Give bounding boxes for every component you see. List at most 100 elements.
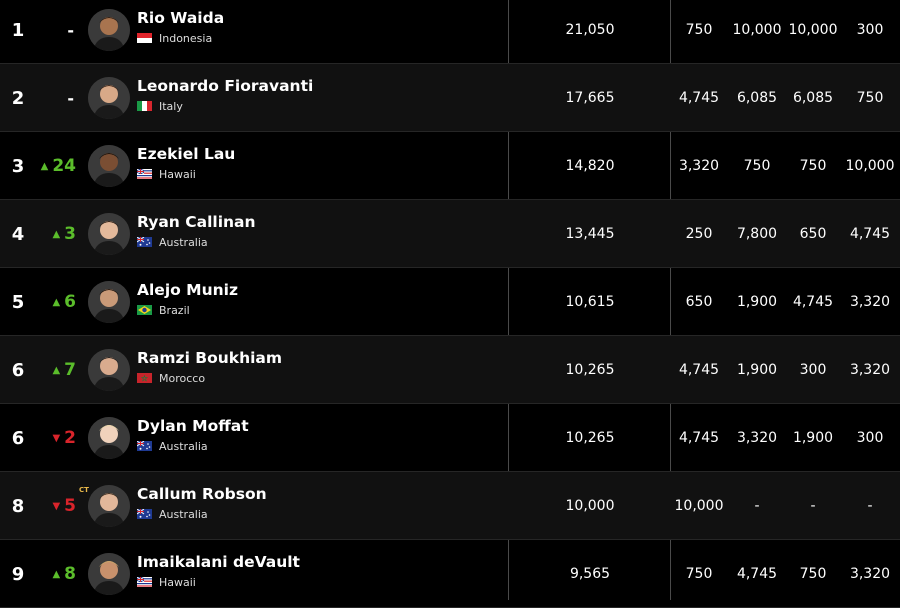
total-points: 10,265 [565,362,615,378]
event-4-points: 3,320 [849,362,891,378]
event-3-points: - [810,498,816,514]
country-name: Brazil [159,303,190,317]
event-1-points: 10,000 [674,498,724,514]
triangle-up-icon: ▲ [52,296,61,308]
event-1-points: 650 [685,294,713,310]
event-1-points: 750 [685,22,713,38]
triangle-up-icon: ▲ [40,160,49,172]
event-1-points: 750 [685,566,713,582]
rank-change: ▲ 7 [30,336,76,404]
rank-change: ▲ 8 [30,540,76,608]
country: Indonesia [137,31,213,45]
rank-number: 8 [11,495,25,517]
rank-change-value: 8 [64,564,76,584]
ranking-row[interactable]: 5 ▲ 6 Alejo Muniz Brazil 10,615 650 1,900… [0,268,900,336]
country-flag-icon [137,509,152,519]
rank-number: 3 [11,155,25,177]
surfer-avatar[interactable] [88,77,130,119]
country: Australia [137,439,208,453]
rank-number: 6 [11,427,25,449]
event-3-points: 6,085 [792,90,834,106]
rank-change: ▲ 24 [30,132,76,200]
triangle-up-icon: ▲ [52,568,61,580]
ranking-row[interactable]: 2 - Leonardo Fioravanti Italy 17,665 4,7… [0,64,900,132]
rank-change-value: 7 [64,360,76,380]
rank-number: 9 [11,563,25,585]
event-2-points: - [754,498,760,514]
surfer-name[interactable]: Imaikalani deVault [137,553,300,571]
surfer-avatar[interactable] [88,281,130,323]
surfer-avatar[interactable] [88,553,130,595]
country-name: Morocco [159,371,206,385]
surfer-avatar[interactable] [88,9,130,51]
country-name: Australia [159,507,208,521]
surfer-avatar[interactable] [88,417,130,459]
event-3-points: 750 [799,158,827,174]
triangle-up-icon: ▲ [52,228,61,240]
surfer-name[interactable]: Ryan Callinan [137,213,256,231]
surfer-name[interactable]: Alejo Muniz [137,281,238,299]
event-4-points: 4,745 [849,226,891,242]
rank-change: ▲ 3 [30,200,76,268]
surfer-avatar[interactable] [88,349,130,391]
event-3-points: 750 [799,566,827,582]
surfer-avatar[interactable] [88,485,130,527]
surfer-name[interactable]: Rio Waida [137,9,224,27]
event-4-points: - [867,498,873,514]
triangle-up-icon: ▲ [52,364,61,376]
surfer-name[interactable]: Ramzi Boukhiam [137,349,282,367]
surfer-name[interactable]: Callum Robson [137,485,267,503]
surfer-avatar[interactable] [88,213,130,255]
surfer-name[interactable]: Dylan Moffat [137,417,249,435]
rank-change-value: 6 [64,292,76,312]
event-4-points: 300 [856,430,884,446]
ranking-row[interactable]: 8 ▼ 5 CT Callum Robson Australia 10,000 1… [0,472,900,540]
rank-change-value: - [67,88,74,108]
rankings-table: 1 - Rio Waida Indonesia 21,050 750 10,00… [0,0,900,608]
event-4-points: 3,320 [849,294,891,310]
event-4-points: 300 [856,22,884,38]
rank-change-value: 5 [64,496,76,516]
rank-change-value: 3 [64,224,76,244]
ranking-row[interactable]: 9 ▲ 8 Imaikalani deVault Hawaii 9,565 750… [0,540,900,608]
rank-change: ▲ 6 [30,268,76,336]
total-points: 9,565 [569,566,611,582]
country: Brazil [137,303,190,317]
total-points: 10,615 [565,294,615,310]
event-1-points: 250 [685,226,713,242]
country: Australia [137,236,208,249]
surfer-name[interactable]: Leonardo Fioravanti [137,77,313,95]
ct-badge: CT [79,486,89,494]
event-2-points: 750 [743,158,771,174]
event-3-points: 4,745 [792,294,834,310]
country: Morocco [137,371,206,385]
rank-change-value: 24 [52,156,76,176]
event-2-points: 10,000 [732,22,782,38]
triangle-down-icon: ▼ [52,500,61,512]
surfer-avatar[interactable] [88,145,130,187]
event-2-points: 7,800 [736,226,778,242]
country-name: Australia [159,439,208,453]
rank-number: 6 [11,359,25,381]
ranking-row[interactable]: 3 ▲ 24 Ezekiel Lau Hawaii 14,820 3,320 75… [0,132,900,200]
country: Hawaii [137,576,196,589]
ranking-row[interactable]: 4 ▲ 3 Ryan Callinan Australia 13,445 250 … [0,200,900,268]
rank-number: 5 [11,291,25,313]
ranking-row[interactable]: 6 ▼ 2 Dylan Moffat Australia 10,265 4,745… [0,404,900,472]
country-flag-icon [137,441,152,451]
event-3-points: 650 [799,226,827,242]
country: Hawaii [137,168,196,181]
country-name: Indonesia [159,31,213,45]
ranking-row[interactable]: 6 ▲ 7 Ramzi Boukhiam Morocco 10,265 4,745… [0,336,900,404]
surfer-name[interactable]: Ezekiel Lau [137,145,235,163]
total-points: 17,665 [565,90,615,106]
total-points: 10,000 [565,498,615,514]
total-points: 10,265 [565,430,615,446]
event-3-points: 300 [799,362,827,378]
event-2-points: 6,085 [736,90,778,106]
country-flag-icon [137,373,152,383]
event-4-points: 3,320 [849,566,891,582]
ranking-row[interactable]: 1 - Rio Waida Indonesia 21,050 750 10,00… [0,0,900,64]
country-name: Italy [159,99,183,113]
country-flag-icon [137,101,152,111]
